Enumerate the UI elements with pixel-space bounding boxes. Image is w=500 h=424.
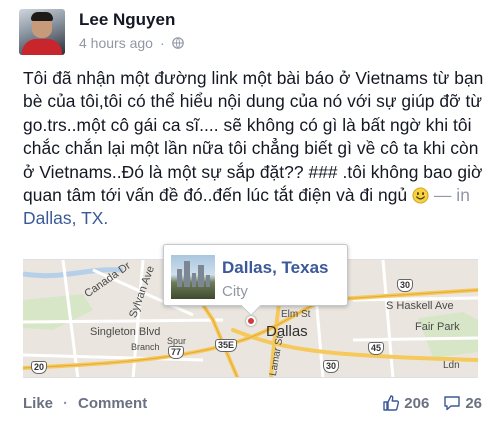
highway-shield-77: 77 — [168, 346, 185, 359]
thumbs-up-icon — [383, 395, 400, 411]
map-label-dallas: Dallas — [266, 323, 308, 340]
map-label-fair-park: Fair Park — [415, 321, 460, 333]
comment-button[interactable]: Comment — [78, 395, 147, 412]
location-link[interactable]: Dallas, TX. — [23, 208, 108, 228]
highway-shield-30: 30 — [397, 279, 414, 292]
post-stats: 206 26 — [374, 394, 482, 412]
map-label-singleton-blvd: Singleton Blvd — [90, 326, 161, 338]
avatar-shirt — [22, 39, 62, 55]
map-label-spur: Spur — [167, 336, 187, 346]
author-avatar[interactable] — [19, 9, 65, 55]
highway-shield-45: 45 — [368, 342, 385, 355]
place-subtitle: City — [222, 283, 248, 300]
like-button[interactable]: Like — [23, 395, 53, 412]
place-card[interactable]: Dallas, Texas City — [163, 244, 348, 316]
author-name[interactable]: Lee Nguyen — [79, 10, 175, 30]
map-label-s-haskell-ave: S Haskell Ave — [386, 300, 454, 312]
map-label-elm-st: Elm St — [281, 309, 311, 320]
comment-bubble-icon — [444, 396, 461, 411]
map-label-ldn: Ldn — [443, 360, 460, 371]
highway-shield-35e: 35E — [215, 339, 238, 352]
meta-separator: · — [159, 35, 165, 51]
highway-shield-30-east: 30 — [323, 360, 340, 373]
map-location-pin[interactable] — [246, 316, 256, 326]
actions-separator: · — [63, 395, 69, 412]
highway-shield-20: 20 — [31, 361, 48, 374]
smiley-emoticon-icon — [412, 187, 429, 204]
comments-count-value: 26 — [465, 394, 482, 412]
place-thumbnail — [171, 255, 215, 299]
comments-count[interactable]: 26 — [443, 394, 482, 412]
avatar-hair — [31, 12, 53, 21]
post-text: Tôi đã nhận một đường link một bài báo ở… — [23, 68, 484, 206]
location-prefix: — in — [433, 185, 470, 206]
place-title[interactable]: Dallas, Texas — [222, 258, 328, 278]
likes-count-value: 206 — [404, 394, 430, 412]
post-timestamp[interactable]: 4 hours ago — [79, 35, 153, 51]
globe-icon[interactable] — [171, 37, 184, 49]
post-actions: Like · Comment — [23, 395, 147, 412]
post-meta: 4 hours ago · — [79, 35, 184, 51]
post-body: Tôi đã nhận một đường link một bài báo ở… — [23, 67, 489, 231]
map-label-branch: Branch — [131, 342, 160, 352]
likes-count[interactable]: 206 — [382, 394, 429, 412]
